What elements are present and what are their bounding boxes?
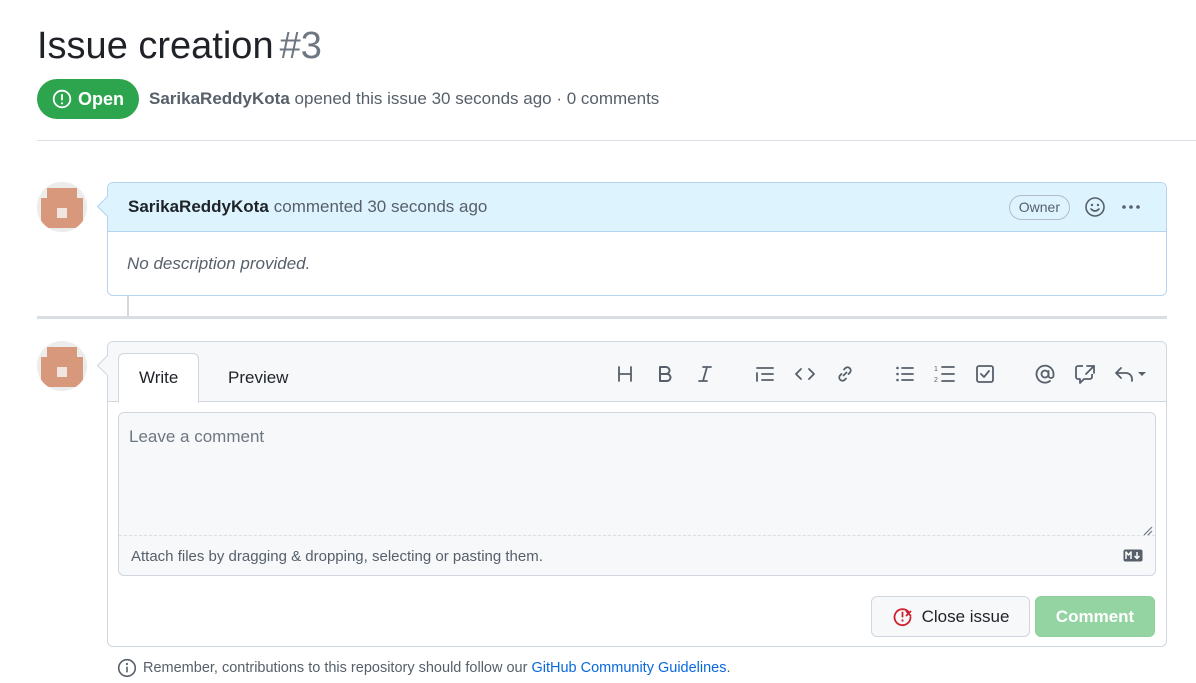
issue-closed-icon bbox=[893, 608, 911, 627]
community-guidelines-link[interactable]: GitHub Community Guidelines bbox=[531, 660, 726, 676]
new-comment-form: Write Preview 12 Leave a comment Attach … bbox=[107, 341, 1167, 647]
community-guidelines-note: Remember, contributions to this reposito… bbox=[117, 657, 731, 679]
task-list-icon[interactable] bbox=[973, 362, 997, 386]
close-issue-button[interactable]: Close issue bbox=[871, 596, 1030, 637]
info-icon bbox=[117, 658, 137, 678]
timeline-divider bbox=[37, 316, 1167, 319]
issue-title: Issue creation #3 bbox=[37, 22, 322, 70]
comment-body: No description provided. bbox=[127, 254, 311, 273]
meta-text: SarikaReddyKota opened this issue 30 sec… bbox=[149, 89, 659, 109]
avatar[interactable] bbox=[37, 341, 87, 391]
guidelines-text: Remember, contributions to this reposito… bbox=[143, 660, 528, 676]
link-icon[interactable] bbox=[833, 362, 857, 386]
guidelines-suffix: . bbox=[726, 660, 731, 676]
meta-detail: opened this issue 30 seconds ago · 0 com… bbox=[294, 89, 660, 108]
state-badge: Open bbox=[37, 79, 140, 119]
italic-icon[interactable] bbox=[693, 362, 717, 386]
code-icon[interactable] bbox=[793, 362, 817, 386]
comment-input[interactable] bbox=[119, 413, 1155, 536]
comment-header: SarikaReddyKota commented 30 seconds ago… bbox=[108, 183, 1166, 232]
comment-author-link[interactable]: SarikaReddyKota bbox=[128, 197, 269, 217]
add-reaction-icon[interactable] bbox=[1084, 196, 1106, 223]
tab-preview[interactable]: Preview bbox=[208, 353, 308, 403]
mention-icon[interactable] bbox=[1033, 362, 1057, 386]
svg-text:1: 1 bbox=[934, 366, 938, 373]
timeline-line bbox=[127, 296, 129, 316]
saved-replies-icon[interactable] bbox=[1114, 362, 1148, 386]
quote-icon[interactable] bbox=[753, 362, 777, 386]
close-issue-label: Close issue bbox=[921, 606, 1010, 626]
svg-text:2: 2 bbox=[934, 377, 938, 384]
issue-number: #3 bbox=[279, 25, 322, 67]
issue-title-text: Issue creation bbox=[37, 25, 274, 67]
issue-comment: SarikaReddyKota commented 30 seconds ago… bbox=[107, 182, 1167, 296]
issue-author-link[interactable]: SarikaReddyKota bbox=[149, 89, 290, 108]
owner-badge: Owner bbox=[1008, 195, 1070, 220]
avatar[interactable] bbox=[37, 182, 87, 232]
heading-icon[interactable] bbox=[613, 362, 637, 386]
comment-textarea-wrapper: Attach files by dragging & dropping, sel… bbox=[118, 412, 1156, 576]
issue-open-icon bbox=[52, 89, 72, 109]
file-attachment-bar[interactable]: Attach files by dragging & dropping, sel… bbox=[119, 537, 1155, 575]
state-label: Open bbox=[78, 88, 125, 109]
editor-header: Write Preview 12 bbox=[108, 342, 1166, 403]
kebab-horizontal-icon[interactable] bbox=[1120, 196, 1142, 223]
tab-write[interactable]: Write bbox=[118, 353, 200, 403]
ordered-list-icon[interactable]: 12 bbox=[933, 362, 957, 386]
reference-icon[interactable] bbox=[1073, 362, 1097, 386]
issue-meta: Open SarikaReddyKota opened this issue 3… bbox=[37, 79, 659, 119]
bold-icon[interactable] bbox=[653, 362, 677, 386]
comment-submit-button[interactable]: Comment bbox=[1035, 596, 1155, 637]
attach-files-text[interactable]: Attach files by dragging & dropping, sel… bbox=[131, 548, 543, 565]
unordered-list-icon[interactable] bbox=[893, 362, 917, 386]
header-divider bbox=[37, 140, 1196, 141]
comment-timestamp[interactable]: commented 30 seconds ago bbox=[274, 197, 488, 217]
markdown-icon[interactable] bbox=[1123, 549, 1143, 566]
